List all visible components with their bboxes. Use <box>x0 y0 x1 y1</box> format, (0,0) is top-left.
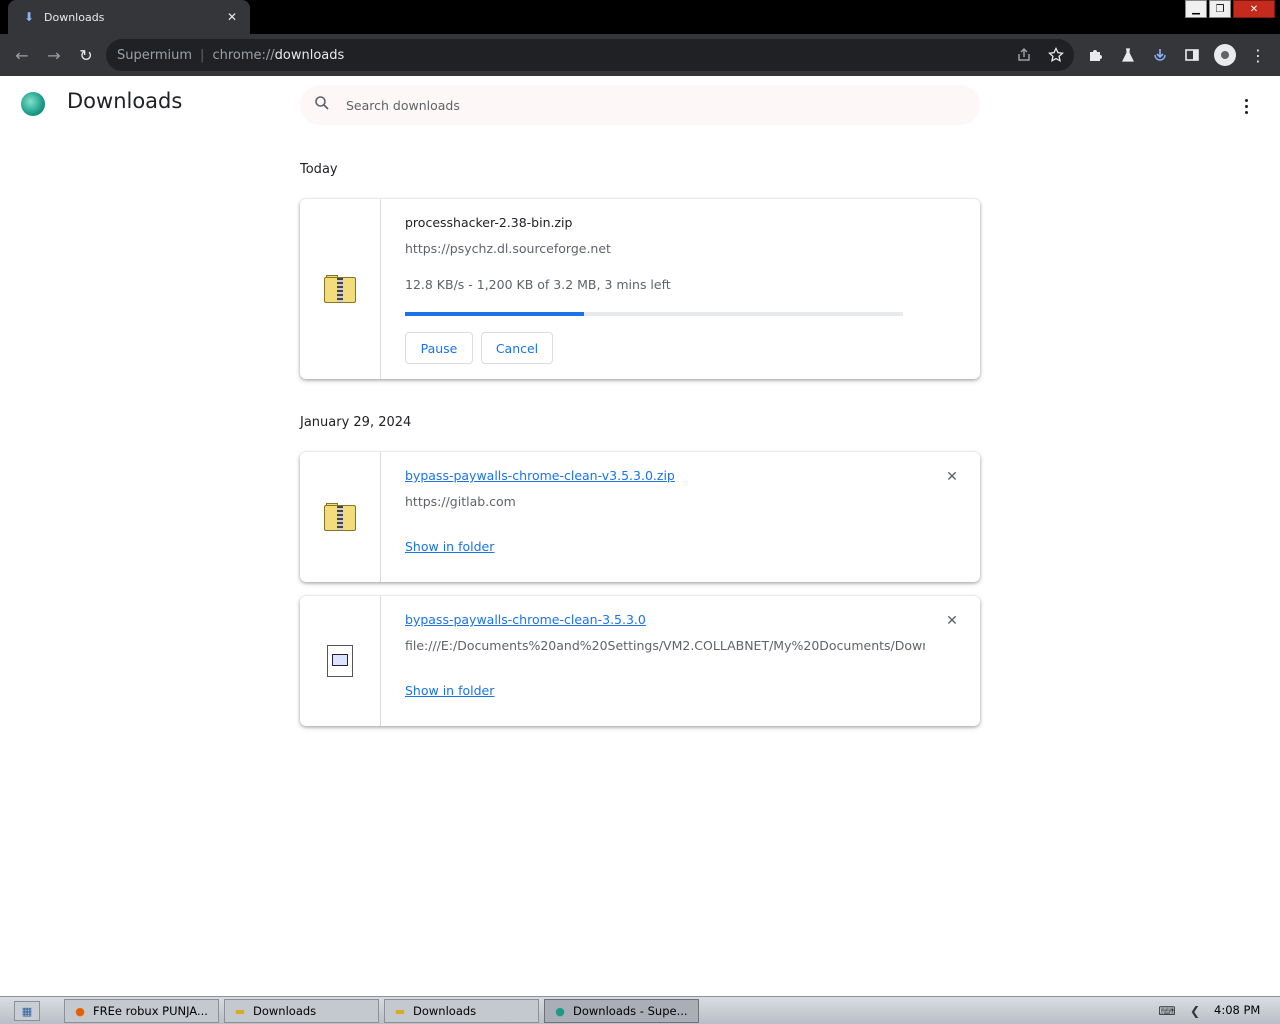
download-source-url: https://gitlab.com <box>405 494 516 509</box>
minimize-button[interactable]: ▁ <box>1185 0 1207 18</box>
firefox-icon: ● <box>75 1004 85 1018</box>
folder-icon: ▬ <box>234 1004 246 1018</box>
cancel-button[interactable]: Cancel <box>481 332 553 364</box>
taskbar-item-label: Downloads <box>413 1004 477 1018</box>
taskbar-item-label: Downloads - Supe... <box>573 1004 688 1018</box>
more-actions-icon[interactable] <box>1236 94 1256 118</box>
forward-icon[interactable]: → <box>38 39 70 71</box>
supermium-icon: ● <box>555 1004 565 1018</box>
browser-menu-icon[interactable]: ⋮ <box>1248 45 1268 65</box>
bookmark-star-icon[interactable] <box>1046 45 1066 65</box>
taskbar-item[interactable]: ▬ Downloads <box>384 999 539 1023</box>
folder-icon: ▬ <box>394 1004 406 1018</box>
share-icon[interactable] <box>1014 45 1034 65</box>
search-icon <box>314 95 334 115</box>
application-file-icon <box>327 645 353 677</box>
url-path: downloads <box>274 47 345 63</box>
tab-close-icon[interactable]: ✕ <box>224 10 240 24</box>
taskbar-item[interactable]: ● Downloads - Supe... <box>544 999 699 1023</box>
site-label: Supermium <box>117 47 193 63</box>
taskbar: ▦ ● FREe robux PUNJA... ▬ Downloads ▬ Do… <box>0 996 1280 1024</box>
start-menu-icon[interactable]: ▦ <box>14 1001 40 1021</box>
back-icon[interactable]: ← <box>6 39 38 71</box>
search-box[interactable] <box>300 85 980 125</box>
tab-strip: ⬇ Downloads ✕ ▁ ❐ ✕ <box>0 0 1280 34</box>
search-input[interactable] <box>346 97 946 113</box>
pause-button[interactable]: Pause <box>405 332 473 364</box>
zip-folder-icon <box>324 503 356 531</box>
section-label-date: January 29, 2024 <box>300 415 412 430</box>
tab-downloads[interactable]: ⬇ Downloads ✕ <box>8 0 250 34</box>
address-bar[interactable]: Supermium | chrome://downloads <box>106 39 1074 71</box>
download-progress-icon[interactable] <box>1150 45 1170 65</box>
side-panel-icon[interactable] <box>1182 45 1202 65</box>
close-window-button[interactable]: ✕ <box>1233 0 1275 18</box>
download-status: 12.8 KB/s - 1,200 KB of 3.2 MB, 3 mins l… <box>405 277 671 292</box>
download-filename-link[interactable]: bypass-paywalls-chrome-clean-v3.5.3.0.zi… <box>405 468 675 483</box>
download-progress-fill <box>405 312 585 316</box>
tab-title: Downloads <box>44 10 105 24</box>
taskbar-item-label: Downloads <box>253 1004 317 1018</box>
browser-toolbar: ← → ↻ Supermium | chrome://downloads ⋮ <box>0 34 1280 76</box>
taskbar-clock: 4:08 PM <box>1214 1003 1261 1017</box>
taskbar-item-label: FREe robux PUNJA... <box>93 1004 208 1018</box>
reload-icon[interactable]: ↻ <box>70 39 102 71</box>
remove-item-close-icon[interactable]: ✕ <box>944 469 960 485</box>
show-in-folder-link[interactable]: Show in folder <box>405 683 494 698</box>
tray-expand-icon[interactable]: ❮ <box>1186 1002 1204 1020</box>
download-item: processhacker-2.38-bin.zip https://psych… <box>300 199 980 379</box>
section-label-today: Today <box>300 162 338 177</box>
supermium-logo-icon <box>21 92 45 116</box>
download-filename: processhacker-2.38-bin.zip <box>405 215 573 230</box>
labs-flask-icon[interactable] <box>1118 45 1138 65</box>
zip-folder-icon <box>324 275 356 303</box>
page-title: Downloads <box>67 89 183 113</box>
keyboard-icon[interactable]: ⌨ <box>1158 1002 1176 1020</box>
download-source-url: https://psychz.dl.sourceforge.net <box>405 241 611 256</box>
url-scheme: chrome:// <box>212 47 275 63</box>
extensions-puzzle-icon[interactable] <box>1086 45 1106 65</box>
download-filename-link[interactable]: bypass-paywalls-chrome-clean-3.5.3.0 <box>405 612 646 627</box>
download-icon: ⬇ <box>23 10 35 24</box>
download-item: bypass-paywalls-chrome-clean-v3.5.3.0.zi… <box>300 452 980 582</box>
taskbar-item[interactable]: ● FREe robux PUNJA... <box>64 999 219 1023</box>
download-source-url: file:///E:/Documents%20and%20Settings/VM… <box>405 638 925 653</box>
taskbar-item[interactable]: ▬ Downloads <box>224 999 379 1023</box>
show-in-folder-link[interactable]: Show in folder <box>405 539 494 554</box>
download-progress-bar <box>405 312 903 316</box>
download-item: bypass-paywalls-chrome-clean-3.5.3.0 fil… <box>300 596 980 726</box>
profile-avatar-icon[interactable] <box>1214 44 1236 66</box>
restore-button[interactable]: ❐ <box>1209 0 1231 18</box>
remove-item-close-icon[interactable]: ✕ <box>944 613 960 629</box>
omnibox-separator: | <box>200 47 205 63</box>
